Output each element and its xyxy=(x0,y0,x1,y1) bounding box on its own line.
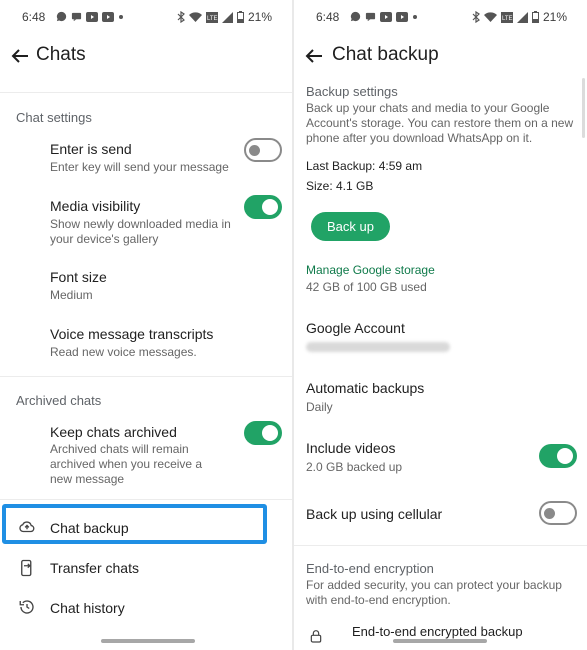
page-title: Chats xyxy=(36,44,86,65)
battery-icon xyxy=(531,11,539,23)
back-arrow-icon[interactable] xyxy=(8,44,32,68)
toggle-knob xyxy=(557,448,573,464)
toggle-knob xyxy=(544,508,555,519)
chat-bubble-icon xyxy=(350,11,361,22)
chat-history-label: Chat history xyxy=(50,600,125,616)
keep-archived-title: Keep chats archived xyxy=(50,424,177,440)
automatic-backups-title: Automatic backups xyxy=(306,380,425,396)
phone-transfer-icon xyxy=(21,559,32,577)
status-bar: 6:48 LTE 21% xyxy=(294,8,587,28)
gesture-navigation-bar[interactable] xyxy=(101,639,195,643)
svg-text:LTE: LTE xyxy=(502,16,513,22)
automatic-backups-value: Daily xyxy=(306,400,333,414)
battery-percent: 21% xyxy=(247,10,272,24)
toggle-knob xyxy=(262,425,278,441)
history-icon xyxy=(19,600,34,614)
chat-bubble-icon xyxy=(56,11,67,22)
status-time: 6:48 xyxy=(316,10,340,24)
message-icon xyxy=(365,12,376,22)
back-arrow-icon[interactable] xyxy=(302,44,326,68)
include-videos-toggle[interactable] xyxy=(539,444,577,468)
status-bar: 6:48 LTE 21% xyxy=(0,8,292,28)
status-time: 6:48 xyxy=(22,10,46,24)
gesture-navigation-bar[interactable] xyxy=(393,639,487,643)
youtube-icon xyxy=(396,11,408,22)
backup-description: Back up your chats and media to your Goo… xyxy=(306,101,574,145)
chats-settings-screen: 6:48 LTE 21% Chats Chat settings Enter i… xyxy=(0,0,292,650)
chat-backup-screen: 6:48 LTE 21% Chat backup Backup settings… xyxy=(294,0,587,650)
chat-settings-header: Chat settings xyxy=(16,110,92,125)
notification-icons xyxy=(350,11,418,22)
dot-icon xyxy=(413,14,417,19)
toggle-knob xyxy=(262,199,278,215)
highlight-box xyxy=(2,504,267,544)
manage-storage-link[interactable]: Manage Google storage xyxy=(306,263,435,277)
font-size-value: Medium xyxy=(50,288,93,302)
archived-chats-header: Archived chats xyxy=(16,393,102,408)
system-icons: LTE 21% xyxy=(472,10,567,24)
cellular-title: Back up using cellular xyxy=(306,506,443,522)
dot-icon xyxy=(119,14,123,19)
transfer-chats-label: Transfer chats xyxy=(50,560,139,576)
notification-icons xyxy=(56,11,124,22)
lock-icon xyxy=(310,630,322,643)
page-title: Chat backup xyxy=(332,44,439,65)
media-visibility-subtitle: Show newly downloaded media in your devi… xyxy=(50,217,231,246)
wifi-icon xyxy=(188,11,202,22)
divider xyxy=(294,545,587,546)
voice-transcripts-title: Voice message transcripts xyxy=(50,326,214,342)
signal-icon: LTE xyxy=(205,11,218,23)
toggle-knob xyxy=(249,145,260,156)
back-up-button[interactable]: Back up xyxy=(311,212,390,241)
youtube-icon xyxy=(380,11,392,22)
signal-icon xyxy=(516,11,528,23)
app-bar: Chats xyxy=(0,40,292,72)
signal-icon: LTE xyxy=(500,11,513,23)
google-account-email-redacted xyxy=(306,342,450,352)
bluetooth-icon xyxy=(472,11,480,23)
scrollbar[interactable] xyxy=(582,78,585,138)
e2e-header: End-to-end encryption xyxy=(306,561,434,576)
bluetooth-icon xyxy=(177,11,185,23)
system-icons: LTE 21% xyxy=(177,10,272,24)
include-videos-subtitle: 2.0 GB backed up xyxy=(306,460,403,474)
youtube-icon xyxy=(102,11,114,22)
voice-transcripts-subtitle: Read new voice messages. xyxy=(50,345,197,359)
divider xyxy=(0,92,292,93)
backup-settings-header: Backup settings xyxy=(306,84,398,99)
youtube-icon xyxy=(86,11,98,22)
message-icon xyxy=(71,12,82,22)
divider xyxy=(0,376,292,377)
battery-icon xyxy=(236,11,244,23)
app-bar: Chat backup xyxy=(294,40,587,72)
divider xyxy=(0,499,292,500)
google-account-title: Google Account xyxy=(306,320,405,336)
enter-is-send-toggle[interactable] xyxy=(244,138,282,162)
cellular-toggle[interactable] xyxy=(539,501,577,525)
e2e-backup-title: End-to-end encrypted backup xyxy=(352,624,523,639)
storage-used-text: 42 GB of 100 GB used xyxy=(306,280,427,294)
enter-is-send-title: Enter is send xyxy=(50,141,132,157)
signal-icon xyxy=(221,11,233,23)
font-size-title: Font size xyxy=(50,269,107,285)
wifi-icon xyxy=(483,11,497,22)
media-visibility-toggle[interactable] xyxy=(244,195,282,219)
include-videos-title: Include videos xyxy=(306,440,396,456)
e2e-description: For added security, you can protect your… xyxy=(306,578,562,607)
backup-size-text: Size: 4.1 GB xyxy=(306,179,374,193)
last-backup-text: Last Backup: 4:59 am xyxy=(306,159,423,173)
media-visibility-title: Media visibility xyxy=(50,198,141,214)
battery-percent: 21% xyxy=(542,10,567,24)
enter-is-send-subtitle: Enter key will send your message xyxy=(50,160,229,174)
keep-archived-subtitle: Archived chats will remain archived when… xyxy=(50,442,203,486)
svg-text:LTE: LTE xyxy=(207,16,218,22)
keep-archived-toggle[interactable] xyxy=(244,421,282,445)
